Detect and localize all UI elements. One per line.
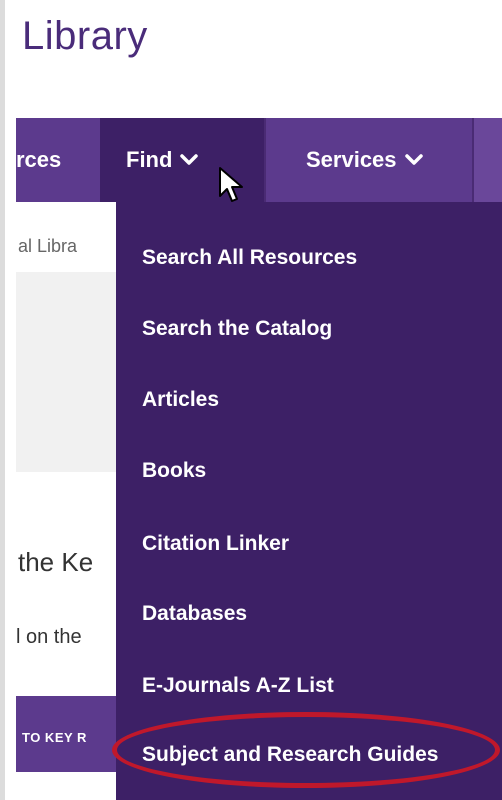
feature-band-link[interactable]: TO KEY R — [22, 730, 87, 745]
nav-find-label: Find — [126, 147, 173, 172]
main-navigation: rces Find Services — [16, 118, 502, 202]
mouse-cursor-icon — [219, 167, 243, 202]
chevron-down-icon — [404, 147, 423, 173]
breadcrumb: al Libra — [18, 236, 78, 256]
nav-resources-label: rces — [16, 147, 62, 172]
section-heading: the Ke — [18, 547, 94, 577]
chevron-down-icon — [180, 147, 199, 173]
menu-item-e-journals-a-z-list[interactable]: E-Journals A-Z List — [142, 674, 334, 698]
hero-image — [16, 272, 116, 472]
menu-item-search-all-resources[interactable]: Search All Resources — [142, 246, 357, 270]
nav-services[interactable]: Services — [264, 118, 472, 202]
menu-item-citation-linker[interactable]: Citation Linker — [142, 532, 289, 556]
menu-item-databases[interactable]: Databases — [142, 602, 247, 626]
page-background-content: al Libra the Ke l on the TO KEY R — [16, 202, 116, 800]
page-edge — [0, 0, 5, 800]
menu-item-search-the-catalog[interactable]: Search the Catalog — [142, 317, 332, 341]
section-text: l on the — [16, 626, 82, 648]
menu-item-articles[interactable]: Articles — [142, 388, 219, 412]
highlight-ellipse — [112, 712, 500, 788]
find-dropdown-menu: Search All Resources Search the Catalog … — [116, 202, 502, 800]
nav-more[interactable] — [474, 118, 502, 202]
page-title: Library — [22, 14, 148, 58]
nav-services-label: Services — [306, 147, 397, 172]
nav-resources[interactable]: rces — [16, 118, 100, 202]
menu-item-books[interactable]: Books — [142, 459, 206, 483]
